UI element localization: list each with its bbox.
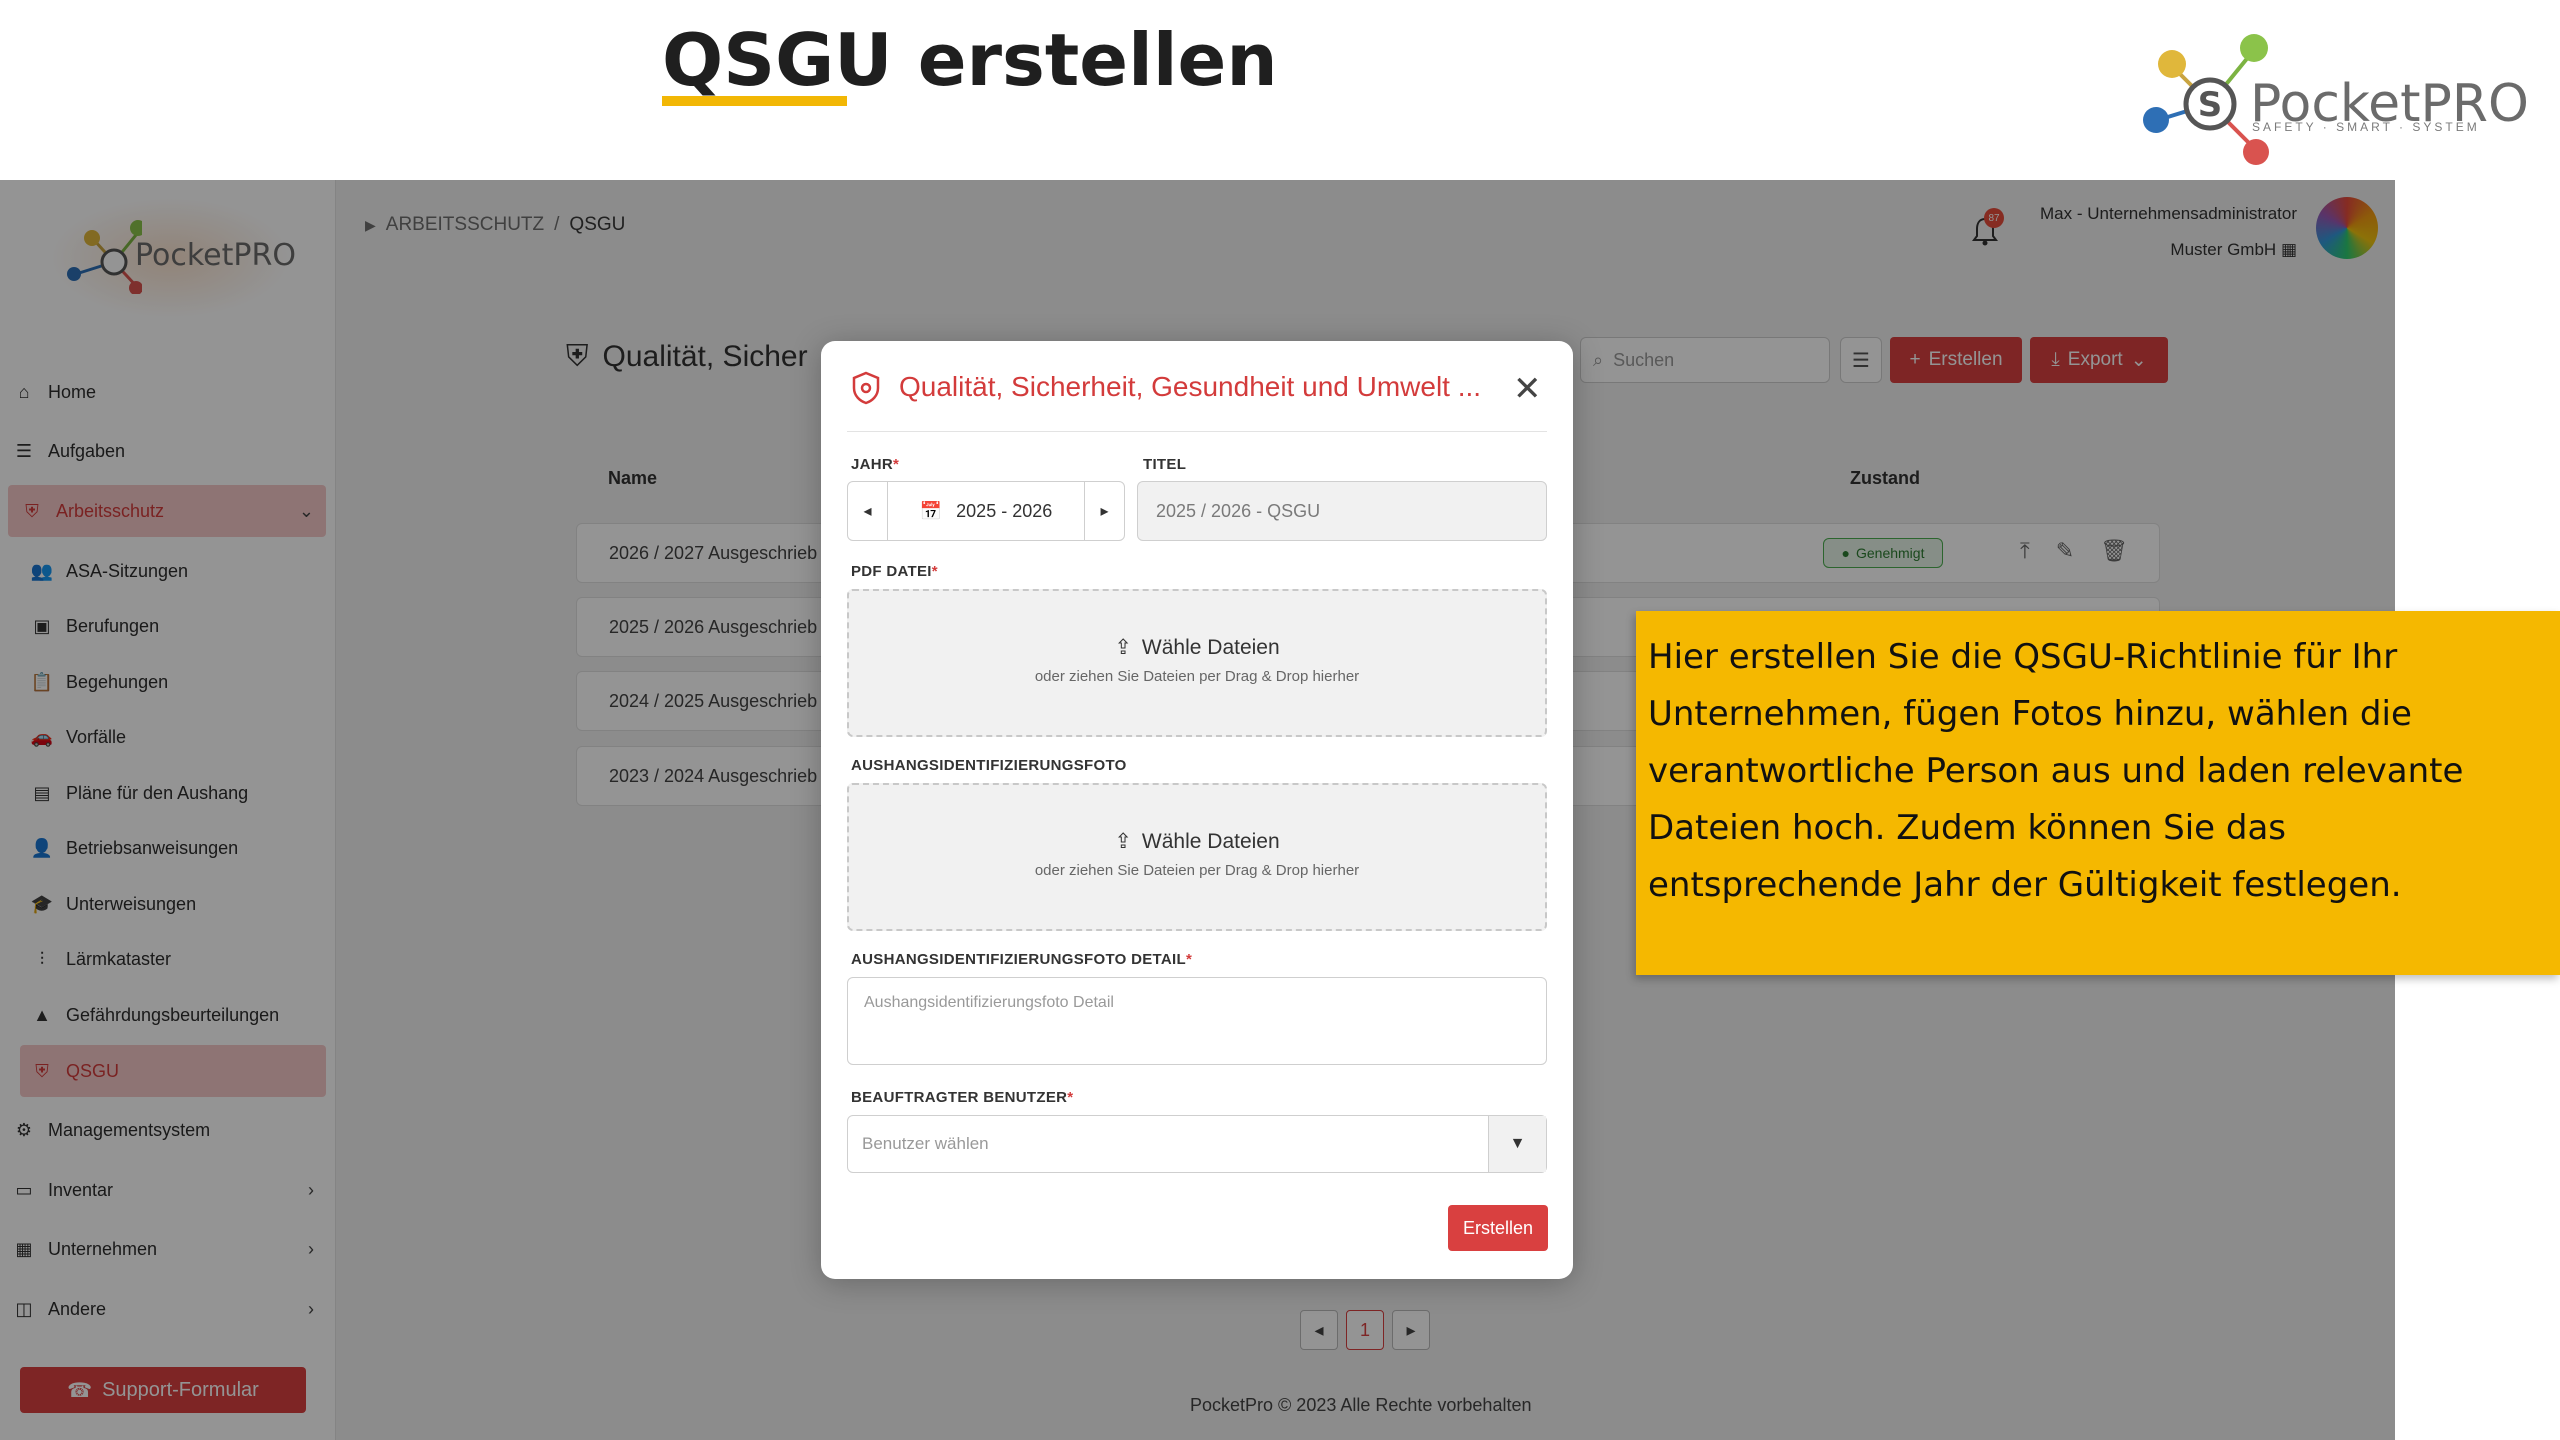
year-next-button[interactable]: ▸ — [1084, 482, 1124, 540]
year-picker: ◂ 📅 2025 - 2026 ▸ — [847, 481, 1125, 541]
close-icon[interactable]: ✕ — [1513, 369, 1542, 409]
photo-label: AUSHANGSIDENTIFIZIERUNGSFOTO — [851, 757, 1127, 774]
callout-text: Hier erstellen Sie die QSGU-Richtlinie f… — [1648, 637, 2464, 905]
assigned-user-label: BEAUFTRAGTER BENUTZER* — [851, 1089, 1074, 1106]
choose-files-button[interactable]: ⇪ Wähle Dateien — [849, 829, 1545, 854]
upload-icon: ⇪ — [1114, 830, 1132, 853]
slide-title-bold: QSGU — [662, 18, 893, 102]
pdf-dropzone[interactable]: ⇪ Wähle Dateien oder ziehen Sie Dateien p… — [847, 589, 1547, 737]
svg-text:S: S — [2198, 85, 2223, 125]
slide-title-rest: erstellen — [892, 18, 1278, 102]
explanation-callout: Hier erstellen Sie die QSGU-Richtlinie f… — [1636, 611, 2560, 975]
title-underline — [662, 96, 847, 106]
year-value[interactable]: 📅 2025 - 2026 — [888, 501, 1084, 522]
slide-title: QSGU erstellen — [662, 18, 1278, 102]
title-field[interactable]: 2025 / 2026 - QSGU — [1137, 481, 1547, 541]
caret-down-icon[interactable]: ▼ — [1488, 1116, 1546, 1172]
photo-detail-textarea[interactable]: Aushangsidentifizierungsfoto Detail — [847, 977, 1547, 1065]
assigned-user-select[interactable]: Benutzer wählen ▼ — [847, 1115, 1547, 1173]
dialog-divider — [847, 431, 1547, 432]
year-prev-button[interactable]: ◂ — [848, 482, 888, 540]
photo-detail-label: AUSHANGSIDENTIFIZIERUNGSFOTO DETAIL* — [851, 951, 1193, 968]
shield-icon — [852, 371, 880, 405]
dialog-title: Qualität, Sicherheit, Gesundheit und Umw… — [899, 371, 1482, 402]
brand-tagline: SAFETY · SMART · SYSTEM — [2252, 120, 2480, 134]
title-label: TITEL — [1143, 456, 1187, 473]
create-qsgu-dialog: Qualität, Sicherheit, Gesundheit und Umw… — [821, 341, 1573, 1279]
drop-hint: oder ziehen Sie Dateien per Drag & Drop … — [1034, 668, 1360, 685]
upload-icon: ⇪ — [1114, 636, 1132, 659]
year-label: JAHR* — [851, 456, 900, 473]
calendar-icon: 📅 — [919, 500, 943, 521]
photo-dropzone[interactable]: ⇪ Wähle Dateien oder ziehen Sie Dateien p… — [847, 783, 1547, 931]
choose-files-button[interactable]: ⇪ Wähle Dateien — [849, 635, 1545, 660]
submit-create-button[interactable]: Erstellen — [1448, 1205, 1548, 1251]
drop-hint: oder ziehen Sie Dateien per Drag & Drop … — [1034, 862, 1360, 879]
pdf-label: PDF DATEI* — [851, 563, 938, 580]
select-placeholder: Benutzer wählen — [862, 1134, 989, 1153]
